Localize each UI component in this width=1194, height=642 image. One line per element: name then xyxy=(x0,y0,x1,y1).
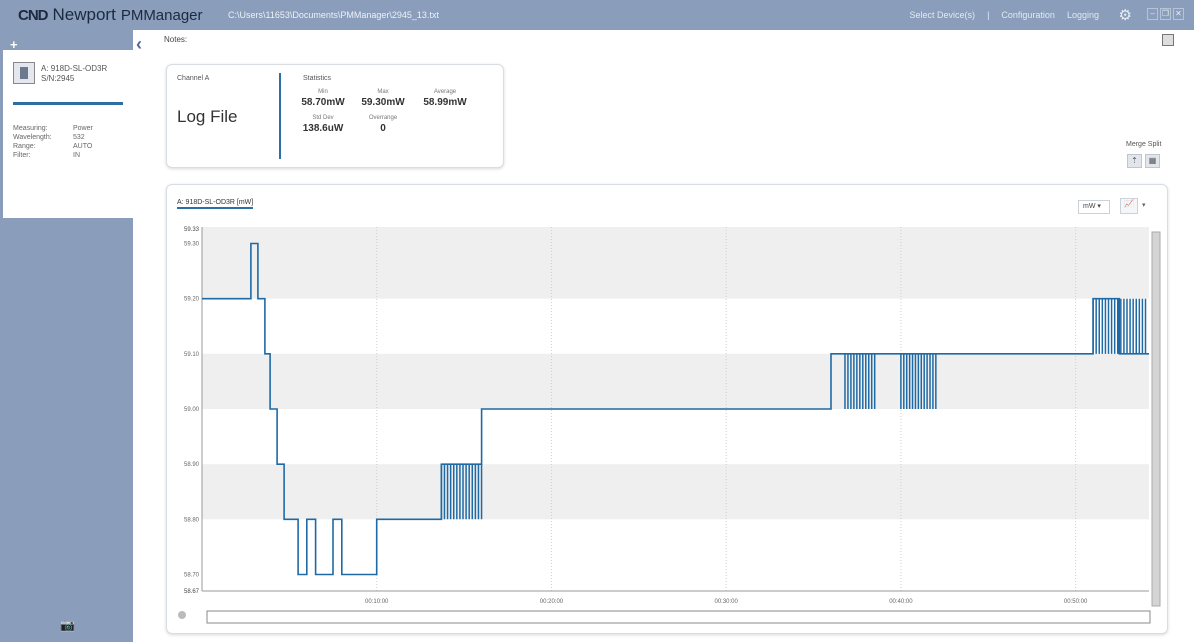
y-tick-label: 59.30 xyxy=(184,242,200,248)
newport-logo: CND Newport PMManager xyxy=(18,5,203,25)
sidebar: + A: 918D-SL-OD3R S/N:2945 Measuring: Pow… xyxy=(0,30,133,642)
save-icon[interactable] xyxy=(1162,34,1174,46)
logo-brand: Newport xyxy=(52,5,116,24)
x-tick-label: 00:10:00 xyxy=(365,599,389,605)
merge-split-label: Merge Split xyxy=(1126,141,1162,148)
property-key: Wavelength: xyxy=(13,134,52,141)
y-bottom-label: 58.67 xyxy=(184,589,200,595)
property-value: Power xyxy=(73,125,93,132)
merge-split-buttons: ⇡ ▦ xyxy=(1127,154,1160,168)
device-name: A: 918D-SL-OD3R xyxy=(41,64,108,73)
top-menu: Select Device(s) | Configuration Logging xyxy=(910,10,1099,20)
stat-min-label: Min xyxy=(318,89,328,95)
property-row: Wavelength: 532 xyxy=(13,133,93,142)
camera-icon[interactable]: 📷 xyxy=(60,618,75,632)
stat-min-value: 58.70mW xyxy=(301,97,345,108)
stat-max-value: 59.30mW xyxy=(361,97,405,108)
x-tick-label: 00:50:00 xyxy=(1064,599,1088,605)
logging-menu[interactable]: Logging xyxy=(1067,10,1099,20)
power-meter-icon xyxy=(13,62,35,84)
notes-label: Notes: xyxy=(164,35,188,44)
collapse-sidebar-icon[interactable]: ‹ xyxy=(136,34,142,55)
channel-label: Channel A xyxy=(177,75,210,82)
time-range-scrollbar xyxy=(206,610,1151,624)
stat-max: Max 59.30mW xyxy=(353,89,413,108)
device-info: A: 918D-SL-OD3R S/N:2945 xyxy=(41,64,107,84)
stat-overrange-label: Overrange xyxy=(368,115,398,121)
stat-min: Min 58.70mW xyxy=(293,89,353,108)
noise-band xyxy=(900,353,937,409)
file-path: C:\Users\11653\Documents\PMManager\2945_… xyxy=(228,10,439,20)
stat-overrange-value: 0 xyxy=(380,123,386,134)
stat-average-label: Average xyxy=(433,89,457,95)
stat-average: Average 58.99mW xyxy=(415,89,475,108)
app-name: PMManager xyxy=(120,7,203,24)
window-controls: – ❐ ✕ xyxy=(1147,8,1184,20)
title-bar: CND Newport PMManager C:\Users\11653\Doc… xyxy=(0,0,1194,30)
property-value: 532 xyxy=(73,134,85,141)
device-indicator-bar xyxy=(13,102,123,105)
y-tick-label: 58.80 xyxy=(184,517,200,523)
property-row: Range: AUTO xyxy=(13,142,93,151)
statistics-heading: Statistics xyxy=(303,75,332,82)
configuration-menu[interactable]: Configuration xyxy=(1001,10,1055,20)
property-value: AUTO xyxy=(73,143,93,150)
power-chart: 59.30 59.20 59.10 59.00 58.90 58.80 58.70 59.33… xyxy=(178,227,1161,624)
vertical-scrollbar xyxy=(1151,231,1161,607)
property-value: IN xyxy=(73,152,80,159)
scroll-handle-icon xyxy=(178,611,186,619)
x-tick-label: 00:20:00 xyxy=(540,599,564,605)
property-key: Range: xyxy=(13,143,36,150)
device-properties: Measuring: Power Wavelength: 532 Range: AUT… xyxy=(13,124,93,160)
stat-std-dev-value: 138.6uW xyxy=(302,123,344,134)
x-tick-label: 00:40:00 xyxy=(889,599,913,605)
stat-std-dev: Std Dev 138.6uW xyxy=(293,115,353,134)
stat-std-dev-label: Std Dev xyxy=(312,115,334,121)
grid-band xyxy=(202,227,1149,244)
restore-button[interactable]: ❐ xyxy=(1160,8,1171,20)
device-serial: S/N:2945 xyxy=(41,74,75,83)
stat-overrange: Overrange 0 xyxy=(353,115,413,134)
logo-mark: CND xyxy=(18,7,48,24)
grid-band xyxy=(202,464,1149,520)
log-file-title: Log File xyxy=(177,107,238,126)
merge-button[interactable]: ⇡ xyxy=(1127,154,1142,168)
y-tick-label: 58.70 xyxy=(184,572,200,578)
property-row: Measuring: Power xyxy=(13,124,93,133)
stat-average-value: 58.99mW xyxy=(423,97,467,108)
statistics-card: Channel A Log File Statistics Min 58.70m… xyxy=(166,64,504,168)
split-button[interactable]: ▦ xyxy=(1145,154,1160,168)
property-key: Measuring: xyxy=(13,125,48,132)
gear-icon[interactable]: ⚙ xyxy=(1119,6,1132,24)
grid-band xyxy=(202,353,1149,409)
grid-band xyxy=(202,243,1149,299)
stats-divider xyxy=(279,73,281,159)
stat-max-label: Max xyxy=(377,89,389,95)
chart-card: A: 918D-SL-OD3R [mW] mW ▾ 📈 ▾ 59.30 59.20… xyxy=(166,184,1168,634)
notes-bar[interactable]: Notes: xyxy=(150,30,1180,50)
y-tick-label: 59.10 xyxy=(184,352,200,358)
property-key: Filter: xyxy=(13,152,31,159)
select-devices-menu[interactable]: Select Device(s) xyxy=(910,10,976,20)
x-tick-label: 00:30:00 xyxy=(714,599,738,605)
y-tick-label: 59.00 xyxy=(184,407,200,413)
device-card[interactable]: A: 918D-SL-OD3R S/N:2945 Measuring: Power… xyxy=(3,50,133,218)
y-tick-label: 59.20 xyxy=(184,297,200,303)
property-row: Filter: IN xyxy=(13,151,93,160)
close-button[interactable]: ✕ xyxy=(1173,8,1184,20)
y-tick-label: 58.90 xyxy=(184,462,200,468)
menu-divider: | xyxy=(987,10,990,20)
y-top-label: 59.33 xyxy=(184,227,200,233)
minimize-button[interactable]: – xyxy=(1147,8,1158,20)
